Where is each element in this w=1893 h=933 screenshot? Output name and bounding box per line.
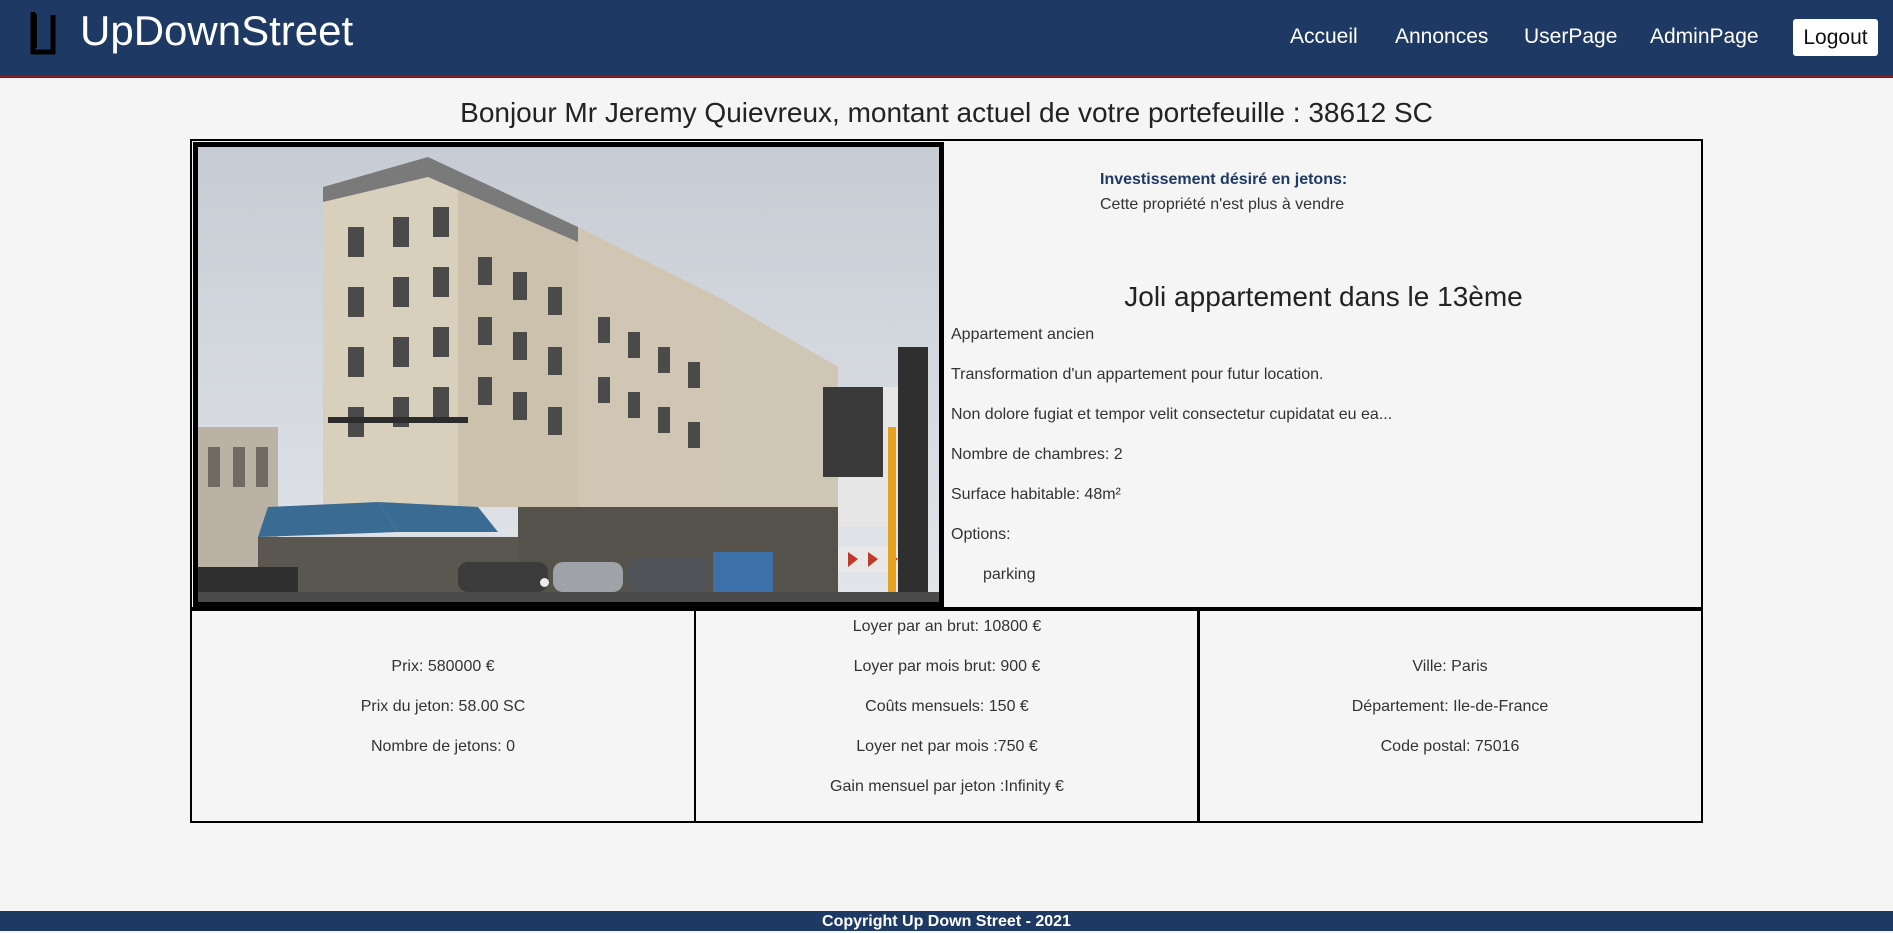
property-title: Joli appartement dans le 13ème [1124, 281, 1523, 312]
property-description: Non dolore fugiat et tempor velit consec… [951, 406, 1393, 423]
price: Prix: 580000 € [391, 658, 495, 675]
navbar: UpDownStreet Accueil Annonces UserPage A… [0, 0, 1893, 78]
postal-code: Code postal: 75016 [1380, 738, 1520, 755]
invest-status: Cette propriété n'est plus à vendre [1100, 196, 1345, 213]
monthly-costs: Coûts mensuels: 150 € [865, 698, 1029, 715]
token-price: Prix du jeton: 58.00 SC [360, 698, 526, 715]
logo-icon[interactable] [30, 10, 56, 55]
nav-annonces[interactable]: Annonces [1395, 23, 1488, 51]
nav-adminpage[interactable]: AdminPage [1650, 23, 1759, 51]
gain-per-token: Gain mensuel par jeton :Infinity € [830, 778, 1064, 795]
rent-yearly-gross: Loyer par an brut: 10800 € [852, 618, 1042, 635]
carousel-indicator[interactable] [540, 578, 549, 587]
property-rooms: Nombre de chambres: 2 [951, 446, 1123, 463]
building-illustration [198, 147, 939, 602]
rent-monthly-gross: Loyer par mois brut: 900 € [853, 658, 1041, 675]
city: Ville: Paris [1412, 658, 1488, 675]
property-photo[interactable] [193, 142, 944, 607]
logout-button[interactable]: Logout [1793, 19, 1878, 56]
option-item: parking [983, 566, 1036, 583]
brand-title[interactable]: UpDownStreet [80, 6, 353, 56]
footer: Copyright Up Down Street - 2021 [0, 911, 1893, 931]
department: Département: Ile-de-France [1351, 698, 1549, 715]
invest-label: Investissement désiré en jetons: [1100, 171, 1348, 188]
options-label: Options: [951, 526, 1011, 543]
wallet-greeting: Bonjour Mr Jeremy Quievreux, montant act… [460, 97, 1433, 128]
nav-userpage[interactable]: UserPage [1524, 23, 1617, 51]
property-type: Appartement ancien [951, 326, 1095, 343]
token-count: Nombre de jetons: 0 [370, 738, 516, 755]
property-summary: Transformation d'un appartement pour fut… [951, 366, 1324, 383]
property-surface: Surface habitable: 48m² [951, 486, 1121, 503]
nav-accueil[interactable]: Accueil [1290, 23, 1358, 51]
rent-monthly-net: Loyer net par mois :750 € [856, 738, 1038, 755]
